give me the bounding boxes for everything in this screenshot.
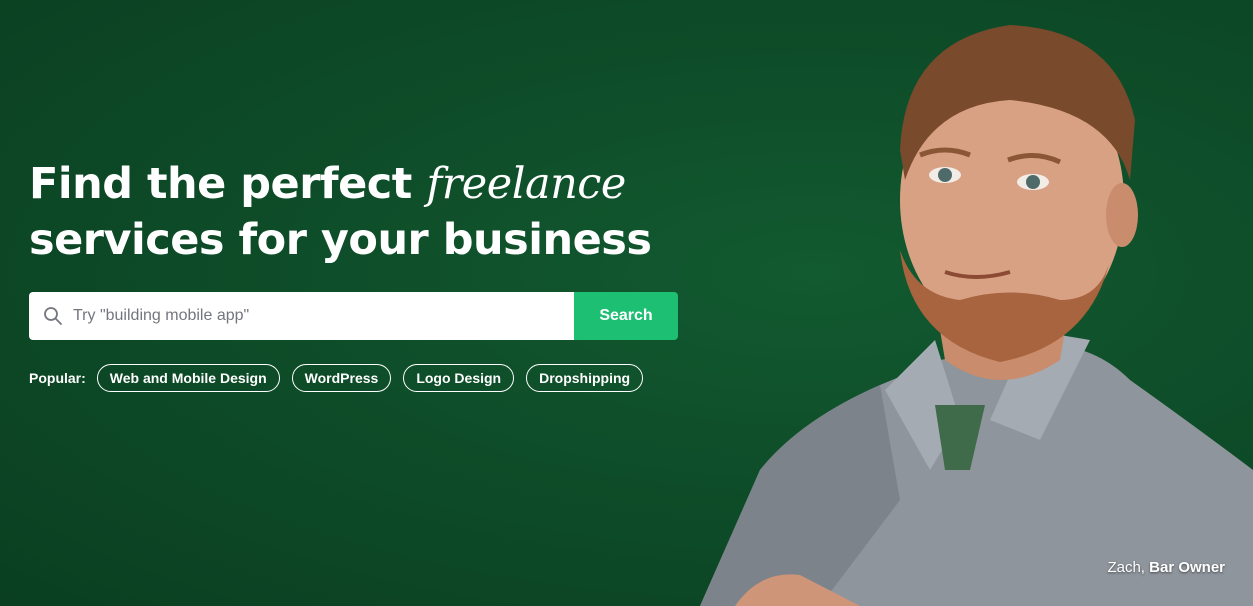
search-icon (43, 306, 63, 326)
caption-role: Bar Owner (1149, 559, 1225, 576)
photo-caption: Zach, Bar Owner (1107, 559, 1225, 576)
caption-name: Zach, (1107, 559, 1145, 576)
search-box (29, 292, 574, 340)
headline-text-part2: services for your business (29, 215, 652, 265)
search-form: Search (29, 292, 678, 340)
hero-content: Find the perfect freelance services for … (29, 156, 689, 392)
popular-searches: Popular: Web and Mobile Design WordPress… (29, 364, 689, 392)
popular-tag-dropshipping[interactable]: Dropshipping (526, 364, 644, 392)
search-button[interactable]: Search (574, 292, 678, 340)
search-input[interactable] (73, 292, 533, 340)
hero-headline: Find the perfect freelance services for … (29, 156, 689, 268)
popular-tag-wordpress[interactable]: WordPress (291, 364, 392, 392)
headline-accent-word: freelance (426, 159, 626, 209)
popular-tag-web-mobile-design[interactable]: Web and Mobile Design (96, 364, 280, 392)
headline-text-part1: Find the perfect (29, 159, 412, 209)
popular-label: Popular: (29, 370, 86, 386)
popular-tag-logo-design[interactable]: Logo Design (403, 364, 515, 392)
hero-section: Find the perfect freelance services for … (0, 0, 1253, 606)
